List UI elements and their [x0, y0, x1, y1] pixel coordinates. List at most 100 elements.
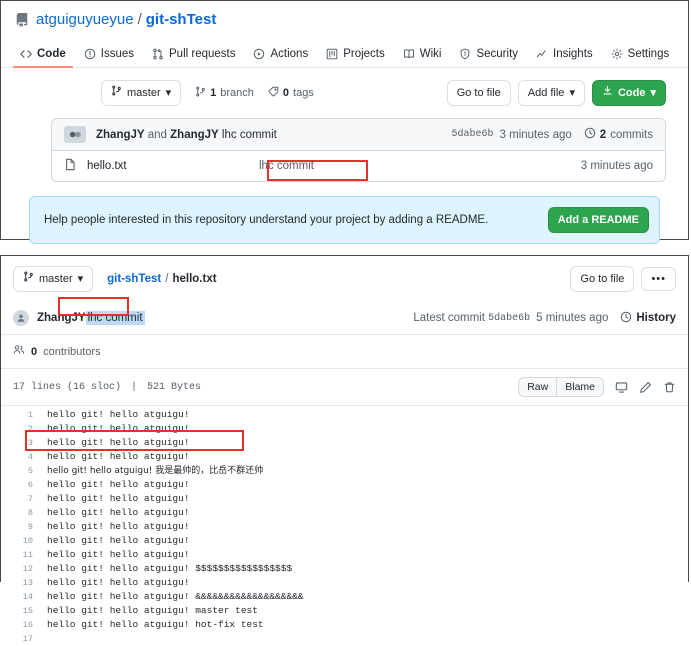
commit-time: 3 minutes ago [499, 128, 572, 141]
tab-security-label: Security [476, 48, 519, 60]
tag-count[interactable]: 0 tags [268, 86, 314, 100]
chevron-down-icon: ▾ [650, 87, 656, 99]
tab-issues-label: Issues [100, 48, 134, 60]
git-branch-icon [23, 271, 34, 287]
branch-selector-button[interactable]: master ▾ [101, 80, 182, 106]
line-number: 17 [22, 634, 33, 644]
branch-count-number: 1 [210, 87, 217, 99]
tab-pull-requests[interactable]: Pull requests [143, 48, 244, 67]
tab-actions-label: Actions [270, 48, 309, 60]
add-file-button[interactable]: Add file ▾ [517, 80, 585, 106]
go-to-file-button[interactable]: Go to file [446, 80, 511, 106]
history-link[interactable]: History [620, 311, 676, 326]
file-name-link[interactable]: hello.txt [87, 160, 237, 172]
line-content: hello git! hello atguigu! [47, 409, 190, 420]
file-listing-box: ZhangJY and ZhangJY lhc commit 5dabe6b 3… [51, 118, 666, 182]
line-number: 3 [27, 438, 33, 448]
desktop-download-icon[interactable] [615, 381, 628, 394]
line-content: hello git! hello atguigu! [47, 423, 190, 434]
tab-projects[interactable]: Projects [317, 48, 394, 67]
blame-button[interactable]: Blame [556, 378, 603, 396]
graph-icon [536, 48, 548, 60]
breadcrumb-repo-link[interactable]: git-shTest [107, 273, 161, 285]
tab-wiki[interactable]: Wiki [394, 48, 451, 67]
file-view-commit-row: ZhangJY lhc commit Latest commit 5dabe6b… [1, 302, 688, 335]
raw-button[interactable]: Raw [519, 378, 556, 396]
line-content: hello git! hello atguigu! [47, 507, 190, 518]
commit-message[interactable]: lhc commit [222, 129, 277, 141]
branch-selector-label: master [39, 273, 73, 285]
tab-settings[interactable]: Settings [602, 48, 679, 67]
commit-author-secondary[interactable]: ZhangJY [170, 129, 219, 141]
tab-actions[interactable]: Actions [244, 48, 317, 67]
file-content-toolbar: 17 lines (16 sloc) | 521 Bytes Raw Blame [1, 369, 688, 405]
readme-suggestion-banner: Help people interested in this repositor… [29, 196, 660, 244]
toolbar-separator: | [131, 381, 138, 393]
book-icon [403, 48, 415, 60]
line-number: 16 [22, 620, 33, 630]
commit-sha[interactable]: 5dabe6b [452, 129, 494, 140]
line-number: 9 [27, 522, 33, 532]
code-line: 6 hello git! hello atguigu! [1, 478, 688, 492]
avatar [13, 310, 29, 326]
issue-opened-icon [84, 48, 96, 60]
code-line: 4 hello git! hello atguigu! [1, 450, 688, 464]
branch-count-label: branch [220, 87, 254, 99]
code-download-button[interactable]: Code ▾ [591, 80, 666, 106]
table-row[interactable]: hello.txt lhc commit 3 minutes ago [52, 151, 665, 181]
line-number: 14 [22, 592, 33, 602]
commit-message[interactable]: lhc commit [85, 311, 145, 325]
line-content: hello git! hello atguigu! [47, 437, 190, 448]
trash-icon[interactable] [663, 381, 676, 394]
line-content: hello git! hello atguigu! &&&&&&&&&&&&&&… [47, 591, 304, 602]
file-commit-message[interactable]: lhc commit [237, 160, 581, 172]
code-line: 14 hello git! hello atguigu! &&&&&&&&&&&&… [1, 590, 688, 604]
contributors-count: 0 [31, 345, 38, 358]
pencil-icon[interactable] [639, 381, 652, 394]
contributors-row: 0 contributors [1, 335, 688, 369]
commit-author[interactable]: ZhangJY [37, 312, 86, 324]
commit-author-conjunction: and [147, 128, 167, 141]
line-number: 7 [27, 494, 33, 504]
more-options-button[interactable]: ••• [641, 267, 676, 291]
breadcrumb-separator: / [165, 273, 169, 285]
add-readme-button[interactable]: Add a README [547, 207, 649, 233]
shield-icon [459, 48, 471, 60]
line-number: 5 [27, 466, 33, 476]
tab-insights[interactable]: Insights [527, 48, 602, 67]
line-number: 13 [22, 578, 33, 588]
chevron-down-icon: ▾ [165, 87, 172, 99]
branch-toolbar: master ▾ 1 branch 0 tags Go to file Add … [23, 80, 666, 106]
file-code-block: 1 hello git! hello atguigu! 2 hello git! h… [1, 405, 688, 646]
branch-count[interactable]: 1 branch [195, 86, 254, 100]
code-line: 15 hello git! hello atguigu! master test [1, 604, 688, 618]
line-content: hello git! hello atguigu! [47, 535, 190, 546]
tab-pull-requests-label: Pull requests [169, 48, 236, 60]
code-line: 16 hello git! hello atguigu! hot-fix test [1, 618, 688, 632]
tab-code[interactable]: Code [11, 48, 75, 68]
gear-icon [611, 48, 623, 60]
raw-blame-button-group: Raw Blame [518, 377, 604, 397]
file-commit-time: 3 minutes ago [580, 160, 653, 172]
play-icon [253, 48, 265, 60]
repo-name-link[interactable]: git-shTest [146, 11, 217, 28]
line-number: 2 [27, 424, 33, 434]
tag-count-number: 0 [282, 87, 290, 99]
tab-projects-label: Projects [343, 48, 385, 60]
commit-sha[interactable]: 5dabe6b [488, 313, 530, 324]
repo-owner-link[interactable]: atguiguyueyue [36, 11, 134, 28]
repo-icon [15, 12, 29, 27]
commit-count-label: commits [610, 128, 653, 141]
commit-count-link[interactable]: 2 commits [584, 127, 653, 142]
commit-count-number: 2 [599, 128, 607, 141]
branch-selector-button[interactable]: master ▾ [13, 266, 94, 292]
line-number: 8 [27, 508, 33, 518]
commit-author-primary[interactable]: ZhangJY [96, 129, 145, 141]
go-to-file-button[interactable]: Go to file [570, 266, 635, 292]
line-content: hello git! hello atguigu! [47, 451, 190, 462]
line-number: 12 [22, 564, 33, 574]
tab-security[interactable]: Security [450, 48, 527, 67]
code-line: 7 hello git! hello atguigu! [1, 492, 688, 506]
repo-path-separator: / [137, 11, 142, 28]
tab-issues[interactable]: Issues [75, 48, 143, 67]
